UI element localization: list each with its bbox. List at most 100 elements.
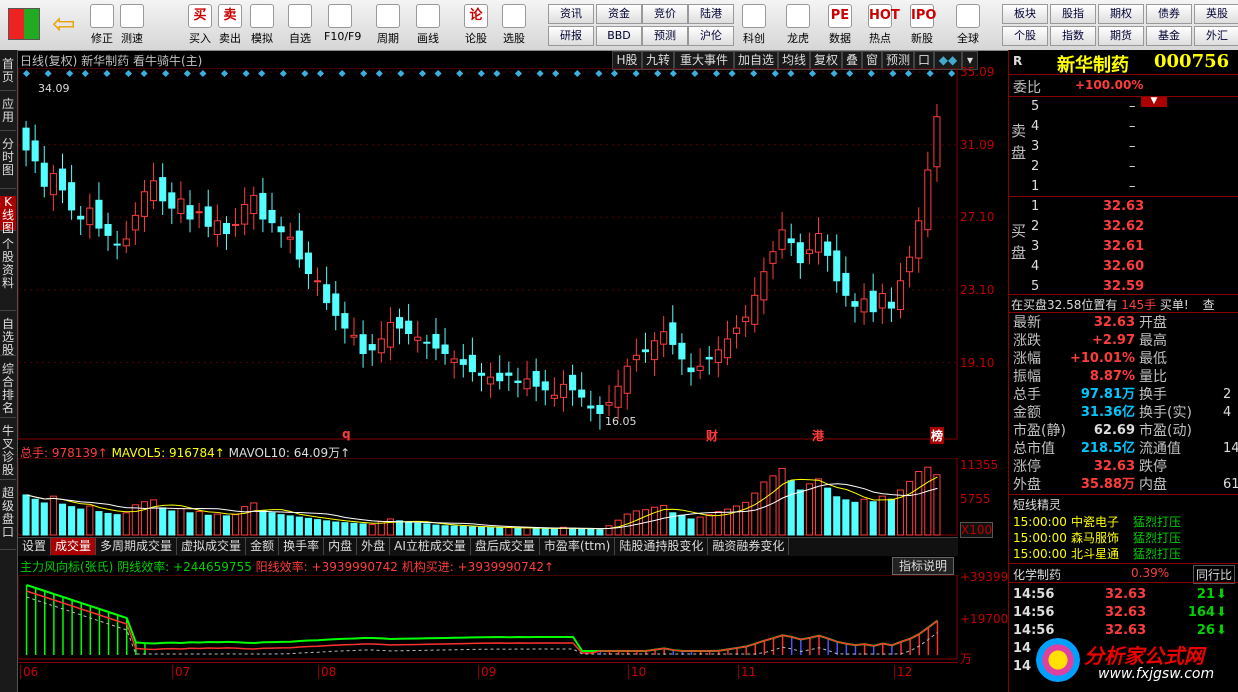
candle-body <box>851 301 859 307</box>
indicator-tab-4[interactable]: 金额 <box>246 538 280 555</box>
left-tab-3[interactable]: K线图 <box>0 196 16 235</box>
toolbar-button-label: 全球 <box>957 32 979 45</box>
indicator-tab-11[interactable]: 陆股通持股变化 <box>615 538 709 555</box>
short-stock[interactable]: 森马服饰 <box>1071 530 1119 546</box>
kline-chart[interactable] <box>18 68 958 440</box>
indicator-tab-5[interactable]: 换手率 <box>279 538 325 555</box>
toolbar-star-market-button[interactable]: 科创 <box>738 2 770 48</box>
left-tab-5[interactable]: 自选股 <box>0 318 16 357</box>
quick-button[interactable]: 期权 <box>1098 4 1144 24</box>
indicator-tab-12[interactable]: 融资融券变化 <box>708 538 790 555</box>
indicator-name: 主力风向标(张氏) <box>20 560 114 574</box>
quick-button[interactable]: 资金 <box>596 4 642 24</box>
indicator-tab-9[interactable]: 盘后成交量 <box>471 538 540 555</box>
sell-price[interactable]: – <box>1129 138 1136 156</box>
short-stock[interactable]: 中瓷电子 <box>1071 514 1119 530</box>
quick-button[interactable]: 资讯 <box>548 4 594 24</box>
toolbar-buy-button[interactable]: 买买入 <box>184 2 216 48</box>
indicator-tab-6[interactable]: 内盘 <box>324 538 358 555</box>
event-label[interactable]: 财 <box>706 427 718 444</box>
toolbar-hot-button[interactable]: HOT 热点 <box>864 2 900 48</box>
candle-body <box>660 331 668 345</box>
quick-button[interactable]: 预测 <box>642 26 688 46</box>
indicator-tab-3[interactable]: 虚拟成交量 <box>177 538 247 555</box>
toolbar-clock-button[interactable]: 测速 <box>116 2 148 48</box>
event-marker <box>808 69 817 78</box>
left-tab-6[interactable]: 综合排名 <box>0 363 16 418</box>
indicator-help-button[interactable]: 指标说明 <box>892 557 954 575</box>
short-line-title[interactable]: 短线精灵 <box>1013 496 1061 513</box>
indicator-tab-7[interactable]: 外盘 <box>357 538 391 555</box>
f10-icon <box>328 4 352 28</box>
sector-name[interactable]: 化学制药 <box>1013 566 1061 583</box>
event-label[interactable]: 榜 <box>930 427 945 444</box>
toolbar-data-button[interactable]: PE 数据 <box>824 2 856 48</box>
grid-menu-icon[interactable] <box>8 8 40 40</box>
sell-price[interactable]: – <box>1129 98 1136 116</box>
volume-bar <box>31 498 39 536</box>
left-tab-0[interactable]: 首页 <box>0 58 16 91</box>
quick-button[interactable]: 基金 <box>1146 26 1192 46</box>
quick-button[interactable]: 外汇 <box>1194 26 1238 46</box>
event-marker <box>477 69 485 78</box>
discussion-icon: 论 <box>464 4 488 28</box>
left-tab-7[interactable]: 牛叉诊股 <box>0 425 16 480</box>
quick-button[interactable]: 指数 <box>1050 26 1096 46</box>
buy-price[interactable]: 32.63 <box>1103 198 1144 216</box>
toolbar-sell-button[interactable]: 卖卖出 <box>214 2 246 48</box>
indicator-tab-0[interactable]: 设置 <box>18 538 52 555</box>
sell-price[interactable]: – <box>1129 158 1136 176</box>
toolbar-button-label: 周期 <box>377 32 399 45</box>
sell-price[interactable]: – <box>1129 178 1136 196</box>
toolbar-discussion-button[interactable]: 论论股 <box>460 2 492 48</box>
quick-button[interactable]: 竞价 <box>642 4 688 24</box>
candle-body <box>277 226 285 233</box>
buy-price[interactable]: 32.62 <box>1103 218 1144 236</box>
left-tab-2[interactable]: 分时图 <box>0 138 16 189</box>
buy-price[interactable]: 32.61 <box>1103 238 1144 256</box>
candle-body <box>496 372 504 382</box>
indicator-tab-2[interactable]: 多周期成交量 <box>96 538 178 555</box>
quick-button[interactable]: 板块 <box>1002 4 1048 24</box>
quick-button[interactable]: 期货 <box>1098 26 1144 46</box>
toolbar-stock-picker-button[interactable]: 选股 <box>498 2 530 48</box>
toolbar-hammer-button[interactable]: 模拟 <box>246 2 278 48</box>
toolbar-ipo-button[interactable]: IPO 新股 <box>906 2 938 48</box>
toolbar-f10-button[interactable]: F10/F9 <box>324 2 361 48</box>
toolbar-pen-button[interactable]: 画线 <box>412 2 444 48</box>
indicator-tab-8[interactable]: AI立桩成交量 <box>390 538 471 555</box>
event-label[interactable]: 港 <box>812 427 824 444</box>
volume-bar <box>77 508 85 536</box>
toolbar-button-label: 热点 <box>869 32 891 45</box>
back-arrow-icon[interactable]: ⇦ <box>52 10 80 38</box>
tick-volume: 21 <box>1196 587 1215 602</box>
volume-chart[interactable] <box>18 458 958 536</box>
toolbar-dragon-tiger-button[interactable]: 龙虎 <box>782 2 814 48</box>
buy-price[interactable]: 32.60 <box>1103 258 1144 276</box>
indicator-tab-1[interactable]: 成交量 <box>51 538 97 555</box>
left-tab-4[interactable]: 个股资料 <box>0 238 16 311</box>
left-tab-8[interactable]: 超级盘口 <box>0 487 16 550</box>
quick-button[interactable]: 股指 <box>1050 4 1096 24</box>
collapse-chevron-icon[interactable]: ▼ <box>1141 96 1167 107</box>
toolbar-globe-button[interactable]: 全球 <box>952 2 984 48</box>
event-marker <box>552 69 560 78</box>
quick-button[interactable]: 研报 <box>548 26 594 46</box>
sell-price[interactable]: – <box>1129 118 1136 136</box>
quick-button[interactable]: 个股 <box>1002 26 1048 46</box>
toolbar-watchlist-button[interactable]: 自选 <box>284 2 316 48</box>
indicator-tab-10[interactable]: 市盈率(ttm) <box>540 538 616 555</box>
event-label[interactable]: q <box>342 427 351 441</box>
left-tab-1[interactable]: 应用 <box>0 98 16 131</box>
volume-bar <box>405 521 413 536</box>
quick-button[interactable]: BBD <box>596 26 642 46</box>
indicator-chart[interactable] <box>18 575 958 660</box>
quick-button[interactable]: 沪伦 <box>688 26 734 46</box>
short-stock[interactable]: 北斗星通 <box>1071 546 1119 562</box>
toolbar-period-button[interactable]: 周期 <box>372 2 404 48</box>
quick-button[interactable]: 陆港 <box>688 4 734 24</box>
quick-button[interactable]: 债券 <box>1146 4 1192 24</box>
quick-button[interactable]: 英股 <box>1194 4 1238 24</box>
event-marker <box>669 69 677 78</box>
toolbar-up-arrow-button[interactable]: 修正 <box>86 2 118 48</box>
